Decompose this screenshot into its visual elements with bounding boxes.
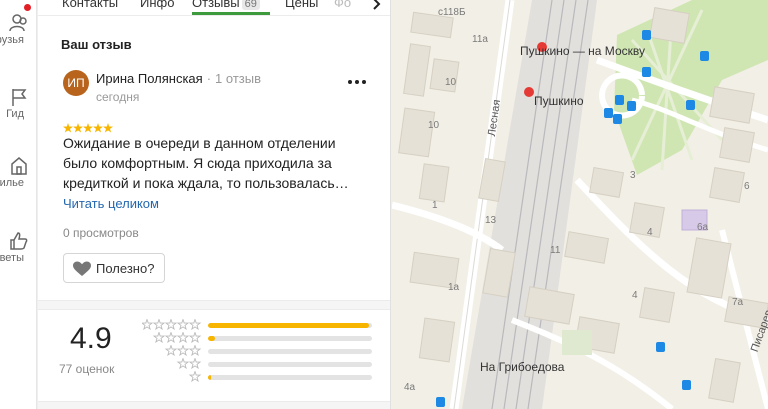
rating-row-5 (142, 319, 382, 332)
map-label-griboedova[interactable]: На Грибоедова (480, 360, 564, 374)
rating-bar-track (208, 362, 372, 367)
rating-bar-track (208, 336, 372, 341)
map-house-number: 6а (697, 222, 709, 233)
rail-label-guide: Гид (6, 108, 24, 120)
active-tab-underline (192, 12, 270, 15)
avatar[interactable]: ИП (63, 70, 89, 96)
rating-score: 4.9 (70, 322, 112, 355)
tab-bar: Контакты Инфо Отзывы 69 Цены Фо (38, 0, 390, 16)
tab-reviews-label: Отзывы (192, 0, 240, 10)
rating-bar-track (208, 375, 372, 380)
map-house-number: 1а (448, 282, 460, 293)
map-label-station[interactable]: Пушкино (534, 94, 584, 108)
map-house-number: 1 (432, 200, 438, 211)
rail-item-housing[interactable]: илье (0, 155, 37, 189)
rating-bar-fill (208, 375, 212, 380)
tab-photos[interactable]: Фо (334, 0, 351, 10)
map-house-number: 11 (550, 245, 561, 256)
author-review-count: 1 отзыв (215, 71, 261, 86)
map-house-number: 7а (732, 297, 744, 308)
section-divider (38, 300, 390, 310)
bottom-divider (38, 401, 390, 409)
star-outline-icon (164, 345, 202, 356)
map-canvas[interactable] (391, 0, 768, 409)
review-panel: Контакты Инфо Отзывы 69 Цены Фо Ваш отзыв… (38, 0, 391, 409)
map-house-number: 4а (404, 382, 416, 393)
star-outline-icon (188, 371, 202, 382)
tab-reviews[interactable]: Отзывы 69 (192, 0, 260, 10)
map-house-number: 4 (632, 290, 638, 301)
app-root: рузья Гид илье веты Контакты Инфо От (0, 0, 768, 409)
heart-icon (73, 261, 91, 276)
map-label-station-moscow[interactable]: Пушкино — на Москву (520, 44, 645, 58)
rating-bar-fill (208, 336, 215, 341)
read-more-link[interactable]: Читать целиком (63, 196, 159, 211)
rating-distribution (142, 319, 382, 384)
rail-item-tips[interactable]: веты (0, 230, 37, 264)
map-house-number: 6 (744, 181, 750, 192)
tab-prices[interactable]: Цены (285, 0, 318, 10)
flag-icon (11, 89, 26, 106)
map[interactable]: Пушкино — на Москву Пушкино Лесная На Гр… (391, 0, 768, 409)
star-outline-icon (176, 358, 202, 369)
rail-label-housing: илье (0, 177, 24, 189)
rating-bar-fill (208, 323, 369, 328)
map-house-number: 10 (428, 120, 440, 131)
review-stars (63, 120, 113, 133)
tab-reviews-count: 69 (241, 0, 260, 10)
rail-label-tips: веты (0, 252, 24, 264)
map-house-number: 13 (485, 215, 497, 226)
tab-info[interactable]: Инфо (140, 0, 174, 10)
rail-item-friends[interactable]: рузья (0, 12, 37, 46)
rating-bar-track (208, 349, 372, 354)
separator-dot: · (206, 71, 212, 86)
map-house-number: 11а (472, 34, 488, 45)
helpful-label: Полезно? (96, 261, 155, 276)
rail-label-friends: рузья (0, 34, 24, 46)
map-house-number: с118Б (438, 7, 466, 18)
author-name[interactable]: Ирина Полянская (96, 71, 203, 86)
review-date: сегодня (96, 90, 140, 104)
rating-row-2 (142, 358, 382, 371)
rating-row-3 (142, 345, 382, 358)
section-title: Ваш отзыв (61, 37, 132, 52)
views-count: 0 просмотров (63, 226, 139, 240)
rail-item-guide[interactable]: Гид (0, 86, 37, 120)
left-rail: рузья Гид илье веты (0, 0, 37, 409)
star-rating-icon (63, 123, 113, 133)
notification-dot (24, 4, 31, 11)
friends-icon (8, 14, 27, 32)
map-house-number: 3 (630, 170, 636, 181)
tab-contacts[interactable]: Контакты (62, 0, 118, 10)
star-outline-icon (152, 332, 202, 343)
house-icon (10, 157, 27, 175)
map-house-number: 10 (445, 77, 457, 88)
rating-bar-track (208, 323, 372, 328)
rating-count: 77 оценок (59, 362, 115, 376)
chevron-right-icon[interactable] (366, 0, 386, 13)
rating-row-1 (142, 371, 382, 384)
rating-row-4 (142, 332, 382, 345)
star-outline-icon (142, 319, 202, 330)
more-options-icon[interactable] (346, 75, 368, 89)
thumbs-up-icon (9, 232, 27, 250)
helpful-button[interactable]: Полезно? (63, 253, 165, 283)
review-text: Ожидание в очереди в данном отделении бы… (63, 135, 349, 191)
review-author-line: Ирина Полянская · 1 отзыв (96, 71, 261, 86)
map-house-number: 4 (647, 227, 653, 238)
